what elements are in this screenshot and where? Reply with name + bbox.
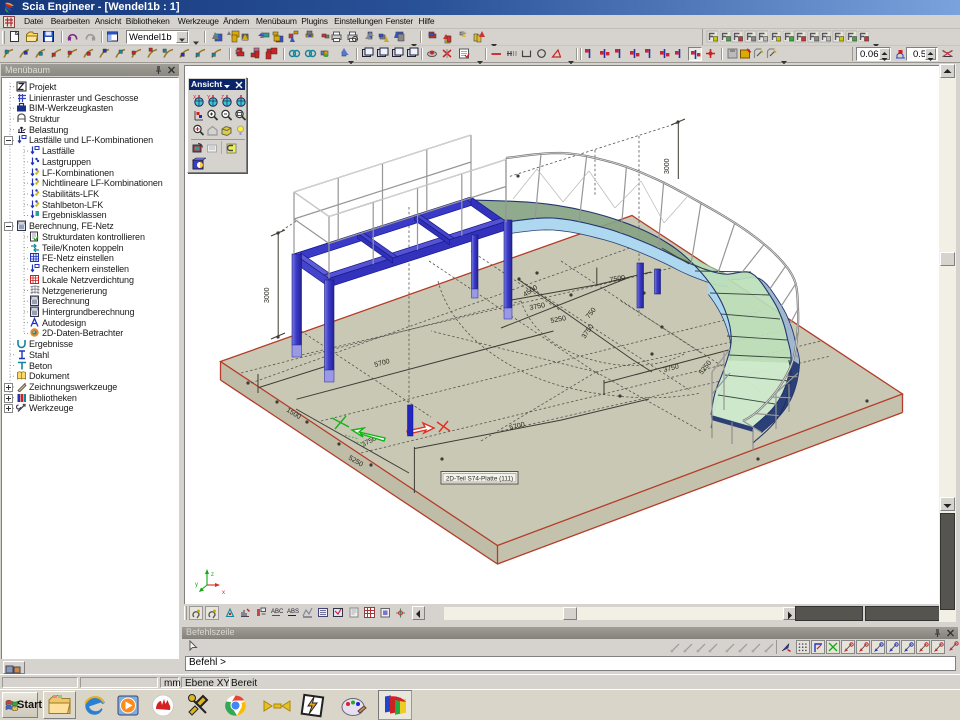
svg-text:y: y	[195, 582, 198, 588]
svg-text:z: z	[211, 572, 214, 578]
svg-text:ABC: ABC	[271, 609, 283, 615]
svg-text:Z: Z	[221, 95, 224, 101]
svg-text:x: x	[222, 590, 225, 596]
svg-text:2D-Teil S74-Platte (111): 2D-Teil S74-Platte (111)	[446, 476, 513, 483]
svg-text:3000: 3000	[264, 287, 271, 303]
svg-text:3000: 3000	[664, 158, 671, 174]
svg-text:ABS: ABS	[287, 609, 299, 615]
